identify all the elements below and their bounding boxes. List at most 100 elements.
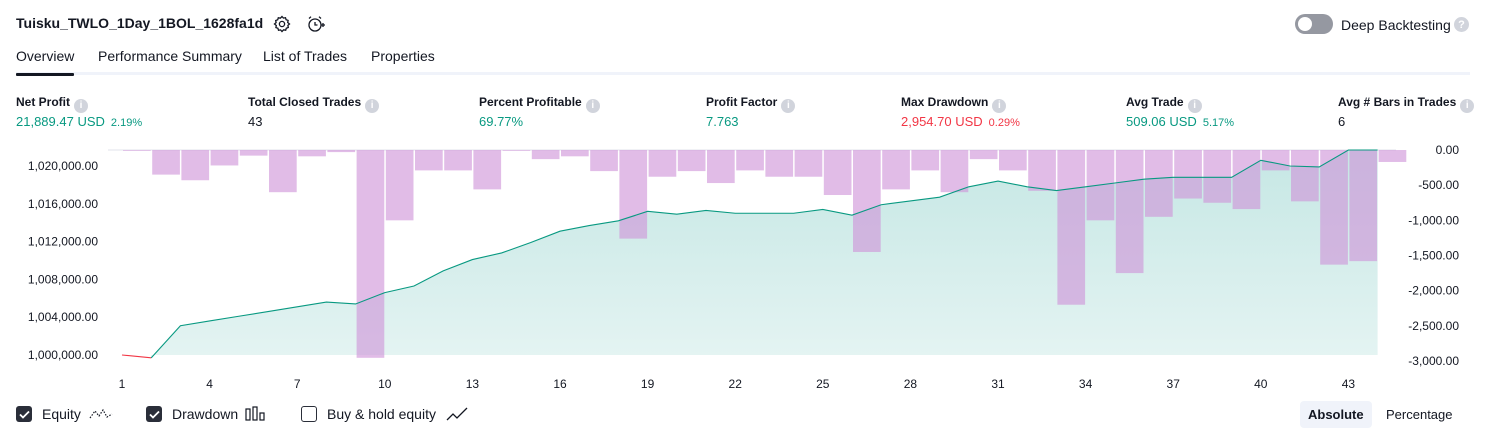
- metric-label: Avg Trade i: [1126, 95, 1202, 113]
- x-axis-tick-label: 28: [904, 377, 918, 391]
- equity-drawdown-chart: 1,000,000.00 1,004,000.00 1,008,000.00 1,01…: [28, 143, 1460, 391]
- drawdown-bar: [444, 150, 472, 171]
- right-axis-tick-label: -3,000.00: [1408, 354, 1459, 368]
- left-axis-tick-label: 1,000,000.00: [28, 348, 98, 362]
- info-icon[interactable]: i: [1460, 98, 1475, 113]
- absolute-button[interactable]: Absolute: [1300, 401, 1372, 428]
- metric-percent: 0.29%: [988, 117, 1020, 129]
- metric-value: 21,889.47 USD 2.19%: [16, 114, 142, 129]
- info-icon[interactable]: i: [1187, 98, 1202, 113]
- add-alert-icon[interactable]: [306, 14, 326, 34]
- info-icon[interactable]: i: [365, 98, 380, 113]
- settings-icon[interactable]: [272, 14, 292, 34]
- drawdown-bar: [1057, 150, 1086, 305]
- legend-drawdown: Drawdown: [172, 406, 239, 422]
- drawdown-bar: [707, 150, 735, 184]
- drawdown-bar: [619, 150, 648, 239]
- metric-value: 509.06 USD 5.17%: [1126, 114, 1234, 129]
- x-axis-tick-label: 1: [119, 377, 126, 391]
- x-axis-tick-label: 40: [1254, 377, 1268, 391]
- metric-value-text: 2,954.70 USD: [901, 114, 983, 129]
- metric-value: 6: [1338, 114, 1345, 129]
- drawdown-bar: [502, 150, 531, 151]
- right-axis-tick-label: 0.00: [1436, 143, 1460, 157]
- metric-label-text: Net Profit: [16, 95, 70, 109]
- buy-hold-line-icon: [446, 407, 468, 421]
- info-icon[interactable]: i: [585, 98, 600, 113]
- metric-label: Percent Profitable i: [479, 95, 600, 113]
- drawdown-bar: [239, 150, 268, 156]
- drawdown-bar: [736, 150, 764, 171]
- right-axis-tick-label: -1,500.00: [1408, 249, 1459, 263]
- deep-backtesting-toggle[interactable]: [1295, 14, 1333, 34]
- x-axis-tick-label: 34: [1079, 377, 1093, 391]
- metric-value: 7.763: [706, 114, 739, 129]
- tab-list-of-trades[interactable]: List of Trades: [263, 48, 347, 64]
- info-icon[interactable]: i: [781, 98, 796, 113]
- metric-value-text: 509.06 USD: [1126, 114, 1197, 129]
- drawdown-bar: [911, 150, 940, 171]
- drawdown-bar: [123, 150, 151, 151]
- drawdown-bar: [1261, 150, 1290, 171]
- metric-value-text: 69.77%: [479, 114, 524, 129]
- drawdown-bar: [327, 150, 356, 153]
- drawdown-bar: [590, 150, 618, 172]
- drawdown-bar: [473, 150, 502, 190]
- x-axis-tick-label: 19: [641, 377, 655, 391]
- x-axis-tick-label: 7: [294, 377, 301, 391]
- equity-line-icon: [89, 408, 113, 419]
- metric-percent: 2.19%: [110, 117, 143, 129]
- drawdown-bar: [152, 150, 180, 175]
- left-axis-tick-label: 1,016,000.00: [28, 197, 98, 211]
- drawdown-bar: [999, 150, 1027, 171]
- x-axis-tick-label: 31: [991, 377, 1005, 391]
- drawdown-bar: [269, 150, 297, 193]
- drawdown-bar: [181, 150, 210, 181]
- percentage-button[interactable]: Percentage: [1378, 401, 1461, 428]
- drawdown-bar: [1203, 150, 1232, 203]
- tab-performance-summary[interactable]: Performance Summary: [98, 48, 242, 64]
- info-icon[interactable]: i: [992, 98, 1007, 113]
- buy-hold-checkbox[interactable]: [301, 406, 317, 422]
- x-axis-tick-label: 10: [378, 377, 392, 391]
- right-axis-tick-label: -1,000.00: [1408, 213, 1459, 227]
- x-axis-tick-label: 43: [1342, 377, 1356, 391]
- tab-properties[interactable]: Properties: [371, 48, 435, 64]
- drawdown-bar: [765, 150, 794, 177]
- drawdown-bar: [1349, 150, 1378, 262]
- drawdown-bar: [1291, 150, 1319, 202]
- drawdown-bar: [1115, 150, 1144, 274]
- drawdown-bar: [677, 150, 706, 172]
- metric-label: Profit Factor i: [706, 95, 796, 113]
- drawdown-checkbox[interactable]: [146, 406, 162, 422]
- drawdown-bar: [1232, 150, 1261, 210]
- right-axis-tick-label: -2,500.00: [1408, 319, 1459, 333]
- drawdown-bar: [882, 150, 910, 190]
- help-icon[interactable]: ?: [1454, 17, 1469, 32]
- left-axis-tick-label: 1,004,000.00: [28, 310, 98, 324]
- info-icon[interactable]: i: [74, 98, 88, 113]
- equity-checkbox[interactable]: [16, 406, 32, 422]
- x-axis-tick-label: 25: [816, 377, 830, 391]
- drawdown-bar: [823, 150, 852, 196]
- left-axis-tick-label: 1,020,000.00: [28, 159, 98, 173]
- drawdown-bar: [531, 150, 560, 160]
- deep-backtesting-label: Deep Backtesting: [1341, 17, 1451, 33]
- drawdown-bar: [356, 150, 385, 358]
- drawdown-bar: [1378, 150, 1407, 162]
- drawdown-bar: [1174, 150, 1202, 199]
- drawdown-bar: [298, 150, 326, 157]
- left-axis-tick-label: 1,008,000.00: [28, 272, 98, 286]
- drawdown-bar: [794, 150, 823, 177]
- left-axis-tick-label: 1,012,000.00: [28, 235, 98, 249]
- tab-overview[interactable]: Overview: [16, 48, 75, 76]
- metric-value-text: 7.763: [706, 114, 739, 129]
- drawdown-bar: [648, 150, 677, 177]
- metric-value-text: 6: [1338, 114, 1346, 129]
- metric-label-text: Avg Trade: [1126, 95, 1184, 109]
- drawdown-bar: [853, 150, 881, 252]
- drawdown-bar: [1028, 150, 1056, 191]
- x-axis-tick-label: 37: [1167, 377, 1181, 391]
- legend-buy-hold-equity: Buy & hold equity: [327, 406, 436, 422]
- tab-divider: [16, 72, 1470, 75]
